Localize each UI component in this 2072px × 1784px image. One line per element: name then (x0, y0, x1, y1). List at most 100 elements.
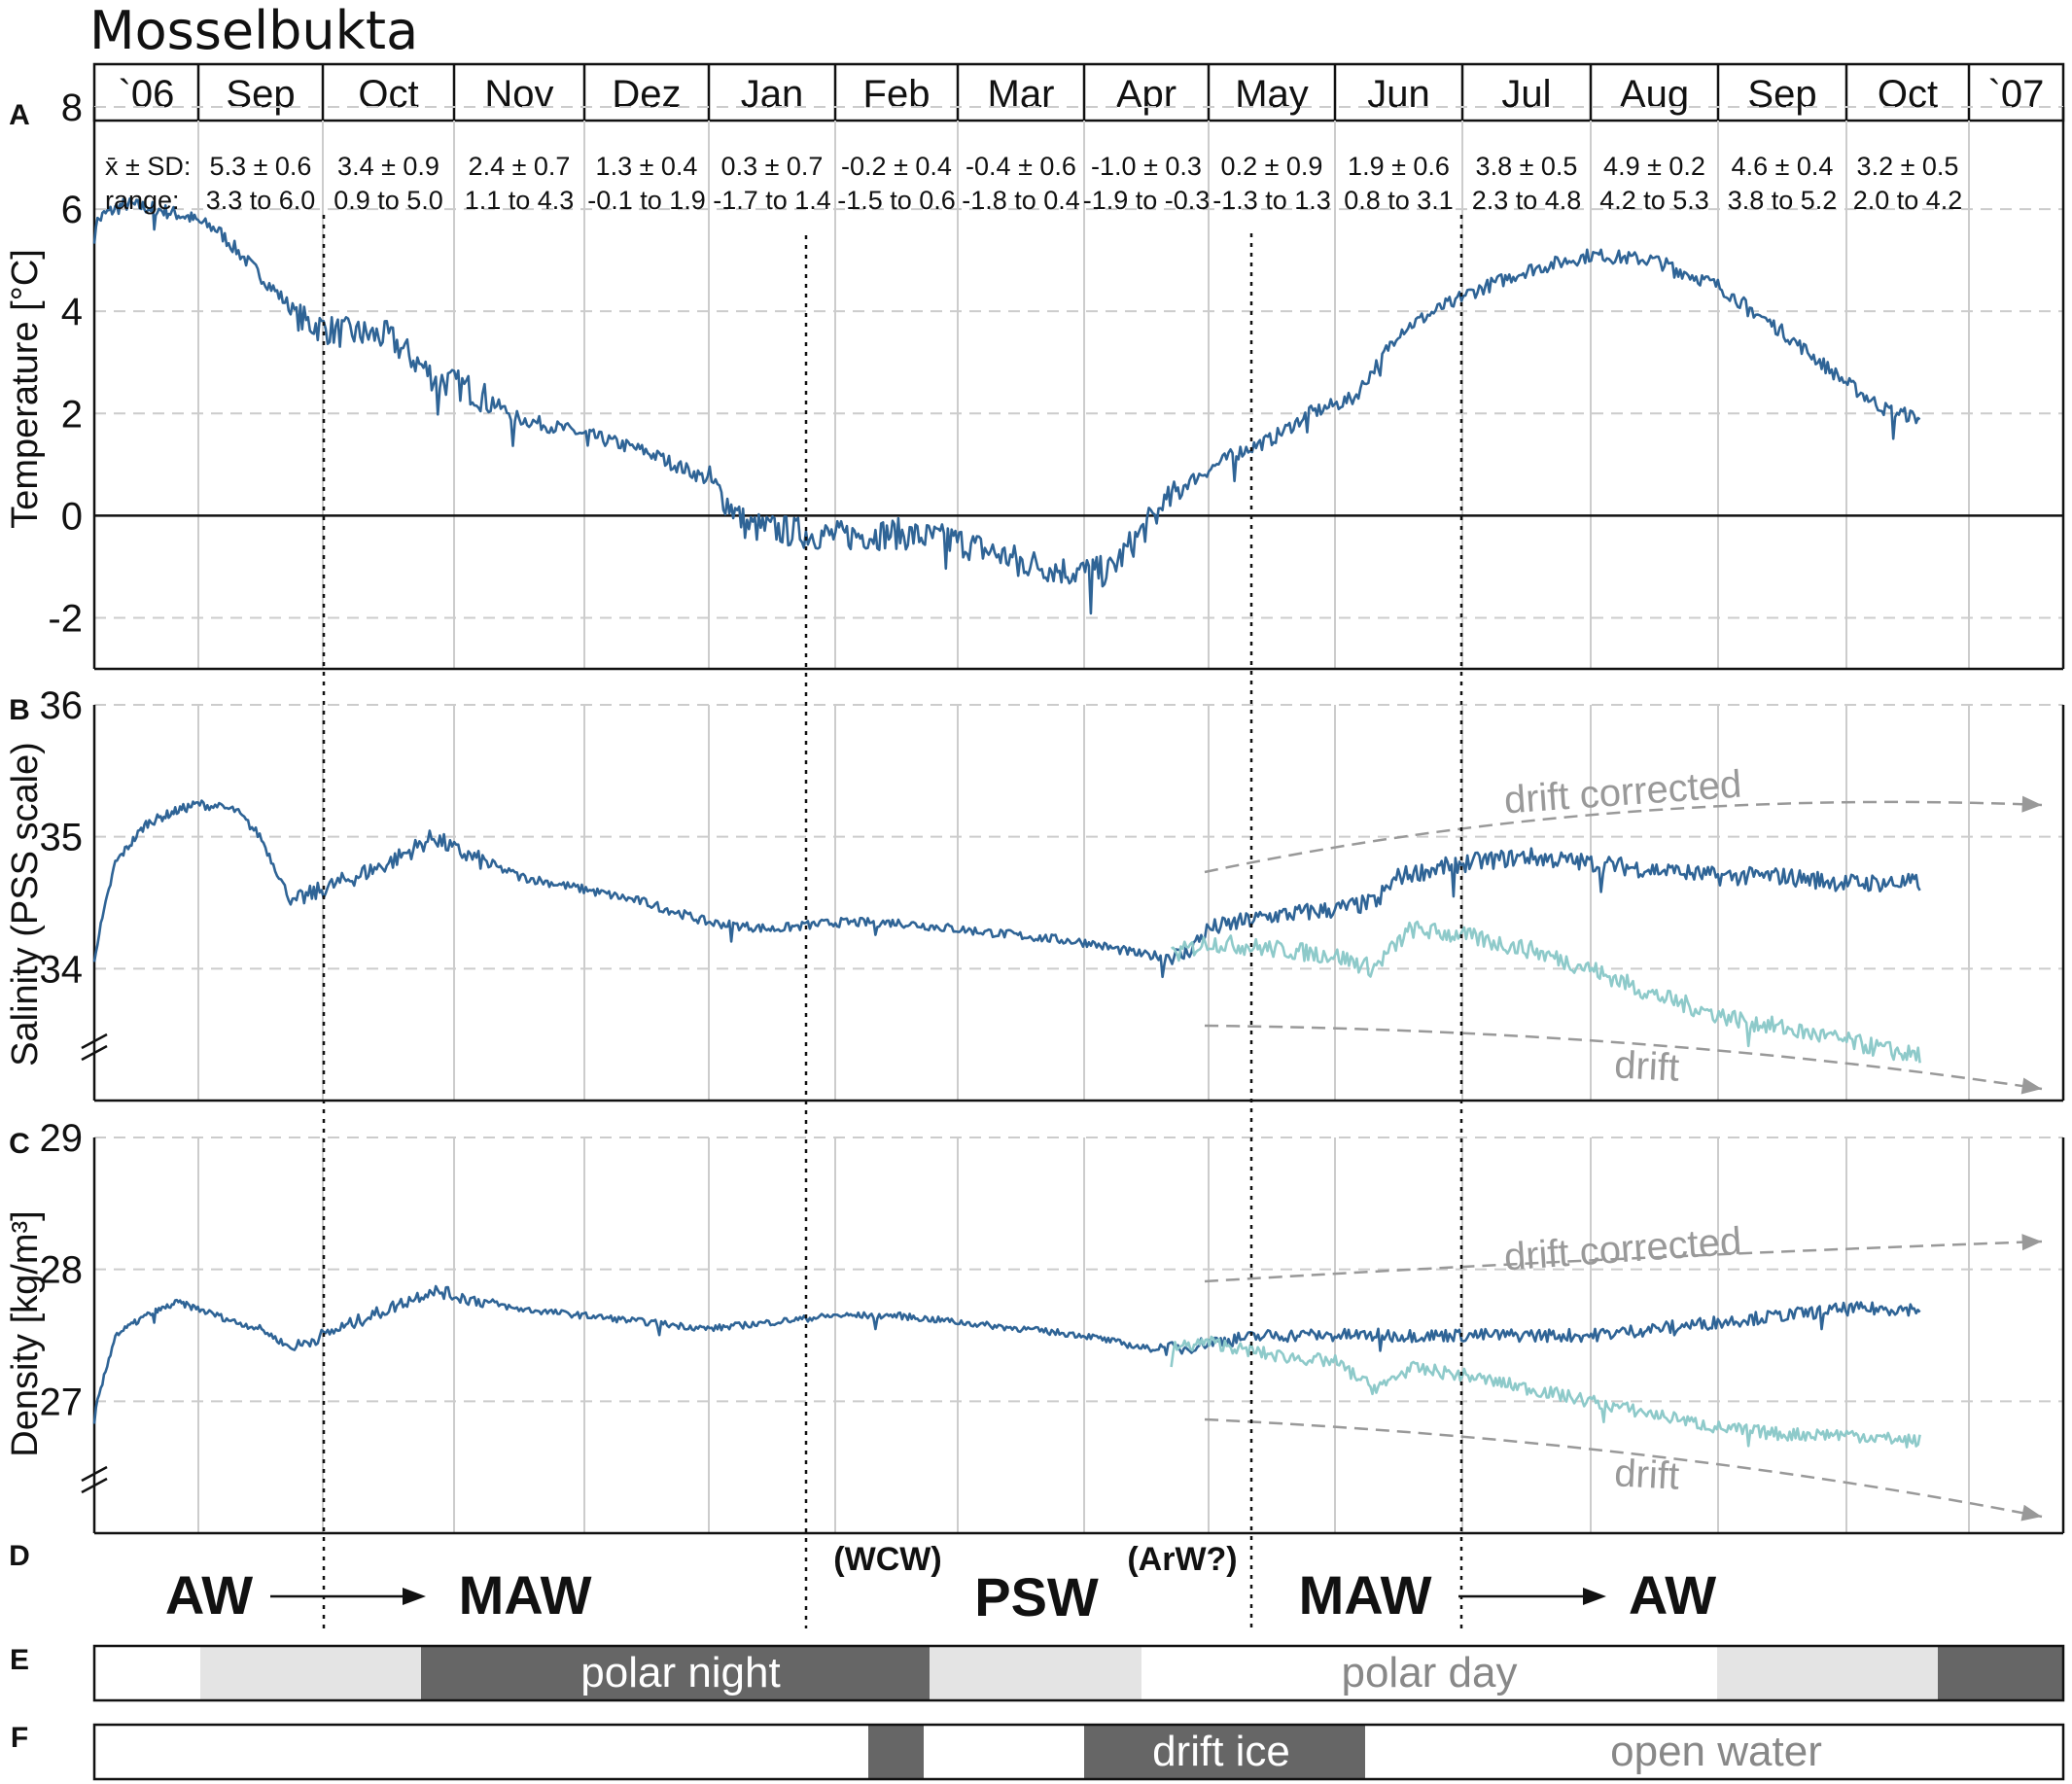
stats-mean-value: 5.3 ± 0.6 (210, 152, 312, 181)
series-line-main (92, 1284, 1921, 1424)
twilight-segment (930, 1646, 1141, 1700)
y-axis-label: Temperature [°C] (5, 249, 46, 529)
transition-arrow-head (403, 1588, 426, 1605)
month-label: `07 (1988, 73, 2045, 116)
series-line-main (92, 197, 1921, 615)
water-mass-label: (ArW?) (1127, 1541, 1237, 1578)
month-label: Oct (358, 73, 418, 116)
annotation-drift: drift (1613, 1043, 1680, 1089)
y-tick-label: 2 (61, 393, 83, 436)
month-label: Feb (863, 73, 931, 116)
stats-mean-value: 0.3 ± 0.7 (721, 152, 824, 181)
stats-mean-value: 4.9 ± 0.2 (1603, 152, 1705, 181)
month-label: Dez (612, 73, 681, 116)
y-tick-label: 28 (40, 1249, 84, 1292)
stats-mean-value: 2.4 ± 0.7 (469, 152, 571, 181)
water-mass-label: MAW (1299, 1564, 1432, 1626)
polar-night-segment (1938, 1646, 2063, 1700)
y-tick-label: 29 (40, 1117, 84, 1160)
stats-range-value: -1.8 to 0.4 (962, 186, 1080, 215)
y-axis-label: Density [kg/m³] (5, 1210, 46, 1456)
stats-mean-value: 3.2 ± 0.5 (1857, 152, 1959, 181)
y-tick-label: 36 (40, 684, 84, 727)
stats-range-value: 0.8 to 3.1 (1344, 186, 1454, 215)
twilight-segment (1717, 1646, 1938, 1700)
stats-range-value: 0.9 to 5.0 (334, 186, 443, 215)
stats-mean-value: 1.9 ± 0.6 (1348, 152, 1450, 181)
stats-range-value: -1.5 to 0.6 (837, 186, 956, 215)
stats-mean-value: 3.8 ± 0.5 (1476, 152, 1578, 181)
month-label: May (1235, 73, 1309, 116)
figure: `06 Sep Oct Nov Dez Jan Feb Mar Apr May Jun Jul Aug S… (5, 62, 2065, 1781)
water-mass-label: (WCW) (833, 1541, 941, 1578)
y-tick-label: 27 (40, 1381, 84, 1423)
stats-mean-value: -0.4 ± 0.6 (966, 152, 1076, 181)
month-label: Sep (1747, 73, 1816, 116)
drift-ice-segment (868, 1725, 924, 1779)
panel-e-light-conditions: polar night polar day (92, 1644, 2065, 1702)
stats-range-label: range: (105, 186, 180, 215)
polar-day-label: polar day (1341, 1649, 1517, 1697)
annotation-drift-corrected: drift corrected (1503, 1220, 1743, 1279)
month-label: Jul (1501, 73, 1551, 116)
water-mass-label: AW (165, 1564, 253, 1626)
month-label: Sep (226, 73, 295, 116)
panel-d-water-masses: AW MAW (WCW) PSW (ArW?) MAW AW (165, 1541, 1716, 1627)
stats-mean-label: x̄ ± SD: (105, 152, 191, 181)
arrow-head (2020, 1077, 2042, 1095)
stats-mean-value: 1.3 ± 0.4 (596, 152, 698, 181)
stats-range-value: -1.7 to 1.4 (713, 186, 831, 215)
panel-letter: D (9, 1540, 30, 1572)
panel-letter: F (11, 1722, 28, 1754)
y-tick-label: 34 (40, 948, 84, 991)
transition-arrow-head (1583, 1588, 1606, 1605)
month-label: Jan (741, 73, 804, 116)
series-line-drift (1170, 1335, 1921, 1449)
series-line-drift (1171, 920, 1921, 1064)
panel-c-density: 27 28 29 Density [kg/m³] drift corrected drif… (5, 1117, 2065, 1535)
stats-range-value: 1.1 to 4.3 (465, 186, 575, 215)
month-label: Aug (1620, 73, 1689, 116)
polar-night-label: polar night (580, 1649, 780, 1697)
panel-a-temperature: -2 0 2 4 6 8 Temperature [°C] x̄ ± SD: range: 5.3… (5, 87, 2065, 671)
month-label: Jun (1367, 73, 1430, 116)
y-tick-label: 4 (61, 291, 83, 333)
water-mass-label: AW (1629, 1564, 1716, 1626)
panel-f-ice-conditions: drift ice open water (92, 1723, 2065, 1781)
water-mass-label: MAW (459, 1564, 592, 1626)
stats-range-value: 3.8 to 5.2 (1728, 186, 1838, 215)
arrow-head (2020, 1504, 2042, 1522)
arrow-head (2021, 795, 2042, 813)
twilight-segment (200, 1646, 421, 1700)
stats-mean-value: 0.2 ± 0.9 (1221, 152, 1323, 181)
stats-mean-value: -0.2 ± 0.4 (841, 152, 952, 181)
stats-mean-value: -1.0 ± 0.3 (1091, 152, 1202, 181)
stats-range-value: 4.2 to 5.3 (1599, 186, 1709, 215)
stats-mean-value: 3.4 ± 0.9 (337, 152, 439, 181)
series-line-main (92, 799, 1921, 979)
month-label: Mar (988, 73, 1055, 116)
stats-mean-value: 4.6 ± 0.4 (1732, 152, 1834, 181)
water-mass-label: PSW (974, 1566, 1099, 1627)
month-label: Nov (484, 73, 553, 116)
month-header: `06 Sep Oct Nov Dez Jan Feb Mar Apr May Jun Jul Aug S… (92, 62, 2065, 122)
arrow-head (2021, 1234, 2042, 1251)
y-tick-label: 8 (61, 87, 83, 129)
y-tick-label: 0 (61, 495, 83, 538)
month-label: Oct (1878, 73, 1938, 116)
month-label: Apr (1116, 73, 1176, 116)
y-tick-label: 6 (61, 189, 83, 231)
stats-range-value: -0.1 to 1.9 (587, 186, 706, 215)
annotation-drift: drift (1613, 1452, 1680, 1497)
stats-range-value: -1.9 to -0.3 (1083, 186, 1211, 215)
y-tick-label: 35 (40, 817, 84, 859)
stats-range-value: -1.3 to 1.3 (1212, 186, 1331, 215)
panel-b-salinity: 34 35 36 Salinity (PSS scale) drift correcte… (5, 684, 2065, 1102)
panel-letter: C (9, 1128, 30, 1160)
panel-letter: B (9, 694, 30, 726)
drift-ice-label: drift ice (1152, 1728, 1290, 1775)
y-axis-label: Salinity (PSS scale) (5, 742, 46, 1067)
stats-range-value: 3.3 to 6.0 (206, 186, 316, 215)
panel-letter: E (10, 1644, 29, 1676)
stats-range-value: 2.3 to 4.8 (1472, 186, 1582, 215)
